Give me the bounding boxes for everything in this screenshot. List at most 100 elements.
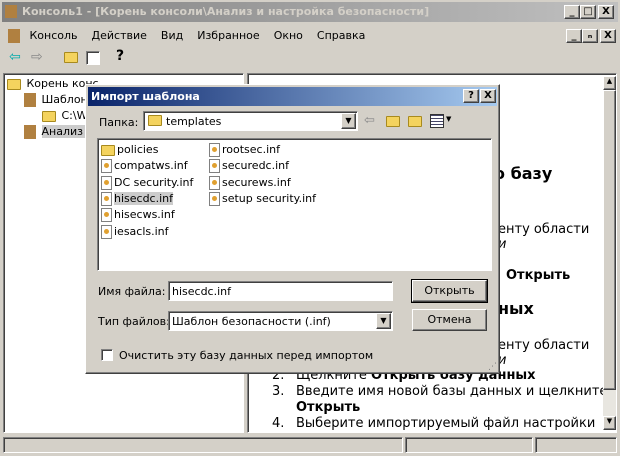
chevron-down-icon[interactable]: ▼ [376, 313, 391, 329]
filetype-value: Шаблон безопасности (.inf) [172, 315, 331, 328]
folder-combo[interactable]: templates ▼ [143, 111, 358, 131]
list-item[interactable]: iesacls.inf [101, 225, 169, 239]
child-minimize-button[interactable]: _ [566, 29, 582, 43]
menu-action[interactable]: Действие [92, 29, 147, 42]
dialog-help-button[interactable]: ? [463, 89, 479, 103]
folder-label: Папка: [99, 116, 139, 129]
list-item[interactable]: rootsec.inf [209, 143, 280, 157]
list-item[interactable]: securedc.inf [209, 159, 289, 173]
step-3: Введите имя новой базы данных и щелкните [296, 384, 608, 399]
status-bar-2 [405, 437, 533, 453]
dialog-close-button[interactable]: X [480, 89, 496, 103]
help-icon[interactable]: ? [116, 48, 124, 64]
tree-item-path[interactable]: C:\W [62, 109, 88, 122]
chevron-down-icon[interactable]: ▼ [446, 115, 451, 123]
text-fragment: Открыть [506, 268, 571, 283]
menu-window[interactable]: Окно [274, 29, 303, 42]
filetype-select[interactable]: Шаблон безопасности (.inf) ▼ [168, 311, 393, 331]
title-bar: Консоль1 - [Корень консоли\Анализ и наст… [2, 2, 618, 22]
child-restore-button[interactable]: ₙ [582, 29, 598, 43]
maximize-button[interactable]: □ [580, 5, 596, 19]
child-close-button[interactable]: X [600, 29, 616, 43]
inf-file-icon [101, 159, 112, 173]
app-icon [5, 5, 17, 18]
file-name: hisecws.inf [114, 208, 175, 221]
close-button[interactable]: X [598, 5, 614, 19]
filename-label: Имя файла: [98, 285, 166, 298]
menu-help[interactable]: Справка [317, 29, 365, 42]
new-folder-icon[interactable] [408, 116, 422, 127]
inf-file-icon [209, 176, 220, 190]
folder-icon [101, 144, 115, 156]
text-fragment: енту области [498, 222, 590, 237]
list-item-selected[interactable]: hisecdc.inf [101, 192, 174, 206]
import-template-dialog: Импорт шаблона ? X Папка: templates ▼ ⇦ … [85, 84, 500, 374]
scroll-thumb[interactable] [603, 90, 616, 390]
view-menu-icon[interactable] [430, 114, 444, 128]
folder-icon [148, 115, 162, 126]
inf-file-icon [101, 192, 112, 206]
inf-file-icon [101, 208, 112, 222]
scroll-down-button[interactable]: ▼ [603, 416, 616, 430]
list-item[interactable]: DC security.inf [101, 176, 193, 190]
step-number: 3. [272, 384, 285, 399]
console-icon [8, 29, 20, 43]
status-bar-3 [535, 437, 617, 453]
menu-bar: Консоль Действие Вид Избранное Окно Справка [8, 29, 379, 45]
security-icon [24, 125, 36, 139]
file-name: securedc.inf [222, 159, 289, 172]
up-folder-icon[interactable] [64, 52, 78, 63]
status-bar-1 [3, 437, 403, 453]
show-tree-icon[interactable] [86, 51, 100, 65]
dialog-title: Импорт шаблона [91, 90, 200, 103]
clear-database-checkbox[interactable] [101, 349, 113, 361]
menu-view[interactable]: Вид [161, 29, 183, 42]
file-name: hisecdc.inf [114, 192, 174, 205]
list-item[interactable]: compatws.inf [101, 159, 188, 173]
scroll-up-button[interactable]: ▲ [603, 76, 616, 90]
chevron-down-icon[interactable]: ▼ [341, 113, 356, 129]
step-number: 4. [272, 416, 285, 431]
filetype-label: Тип файлов: [98, 315, 170, 328]
file-name: setup security.inf [222, 192, 317, 205]
inf-file-icon [209, 159, 220, 173]
window-title: Консоль1 - [Корень консоли\Анализ и наст… [22, 5, 430, 18]
clear-database-label: Очистить эту базу данных перед импортом [119, 349, 374, 362]
file-name: rootsec.inf [222, 143, 280, 156]
heading-fragment: о базу [494, 164, 553, 183]
file-name: DC security.inf [114, 176, 194, 189]
list-item[interactable]: setup security.inf [209, 192, 316, 206]
forward-icon[interactable]: ⇨ [31, 49, 43, 65]
inf-file-icon [209, 192, 220, 206]
list-item[interactable]: hisecws.inf [101, 208, 175, 222]
list-item[interactable]: securews.inf [209, 176, 291, 190]
inf-file-icon [101, 176, 112, 190]
filename-input[interactable]: hisecdc.inf [168, 281, 393, 301]
file-name: policies [117, 143, 159, 156]
filename-value: hisecdc.inf [172, 285, 232, 298]
folder-value: templates [166, 115, 222, 128]
vertical-scrollbar[interactable]: ▲ ▼ [603, 76, 616, 430]
security-icon [24, 93, 36, 107]
step-bold: Открыть [296, 400, 361, 415]
file-name: iesacls.inf [114, 225, 169, 238]
folder-icon [7, 78, 21, 90]
menu-console[interactable]: Консоль [30, 29, 78, 42]
back-icon[interactable]: ⇦ [9, 49, 21, 65]
text-fragment: енту области [498, 338, 590, 353]
resize-grip-icon[interactable]: ⋰ [488, 362, 497, 372]
open-button[interactable]: Открыть [411, 279, 488, 303]
dialog-title-bar: Импорт шаблона ? X [88, 87, 497, 106]
inf-file-icon [101, 225, 112, 239]
up-folder-icon[interactable] [386, 116, 400, 127]
list-item[interactable]: policies [101, 143, 158, 156]
file-name: securews.inf [222, 176, 291, 189]
inf-file-icon [209, 143, 220, 157]
file-name: compatws.inf [114, 159, 188, 172]
folder-icon [42, 110, 56, 122]
back-icon[interactable]: ⇦ [364, 113, 375, 128]
cancel-button[interactable]: Отмена [412, 309, 487, 331]
minimize-button[interactable]: _ [564, 5, 580, 19]
menu-favorites[interactable]: Избранное [197, 29, 259, 42]
file-list[interactable]: policies compatws.inf DC security.inf hi… [97, 138, 492, 271]
